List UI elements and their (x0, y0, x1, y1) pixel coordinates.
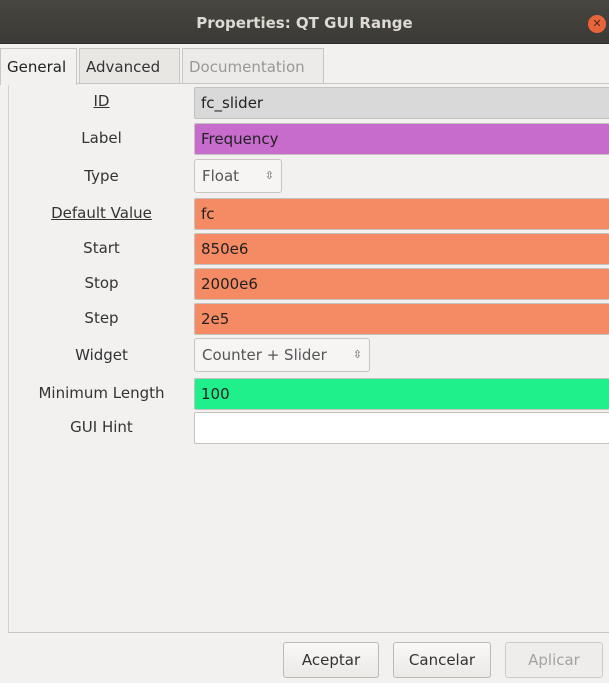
type-label: Type (84, 167, 119, 185)
id-field[interactable]: fc_slider (194, 87, 609, 119)
cancel-button[interactable]: Cancelar (393, 642, 491, 678)
apply-button: Aplicar (505, 642, 603, 678)
minimum-length-field[interactable]: 100 (194, 378, 609, 410)
step-field[interactable]: 2e5 (194, 303, 609, 335)
updown-arrows-icon: ⇳ (352, 348, 362, 361)
updown-arrows-icon: ⇳ (264, 169, 274, 182)
title-bar[interactable]: Properties: QT GUI Range ✕ (0, 0, 609, 44)
tab-documentation: Documentation (182, 48, 324, 84)
tab-general[interactable]: General (0, 48, 77, 85)
accept-button[interactable]: Aceptar (283, 642, 379, 678)
type-select[interactable]: Float ⇳ (194, 159, 282, 193)
start-label: Start (83, 239, 120, 257)
general-panel: ID fc_slider Label Frequency Type Float … (8, 83, 609, 632)
window-title: Properties: QT GUI Range (196, 14, 413, 32)
default-value-field[interactable]: fc (194, 198, 609, 230)
button-bar-divider (8, 632, 609, 633)
stop-field[interactable]: 2000e6 (194, 268, 609, 300)
start-field[interactable]: 850e6 (194, 233, 609, 265)
tab-advanced[interactable]: Advanced (79, 48, 180, 84)
default-value-label: Default Value (51, 204, 152, 222)
id-label: ID (93, 92, 110, 110)
label-label: Label (81, 129, 122, 147)
stop-label: Stop (84, 274, 119, 292)
widget-label: Widget (75, 346, 128, 364)
type-select-value: Float (202, 167, 240, 185)
gui-hint-label: GUI Hint (70, 418, 133, 436)
widget-select[interactable]: Counter + Slider ⇳ (194, 338, 370, 372)
gui-hint-field[interactable] (194, 412, 609, 444)
step-label: Step (84, 309, 119, 327)
properties-dialog: Properties: QT GUI Range ✕ General Advan… (0, 0, 609, 683)
minimum-length-label: Minimum Length (38, 384, 165, 402)
widget-select-value: Counter + Slider (202, 346, 327, 364)
label-field[interactable]: Frequency (194, 123, 609, 155)
close-icon[interactable]: ✕ (588, 15, 606, 33)
